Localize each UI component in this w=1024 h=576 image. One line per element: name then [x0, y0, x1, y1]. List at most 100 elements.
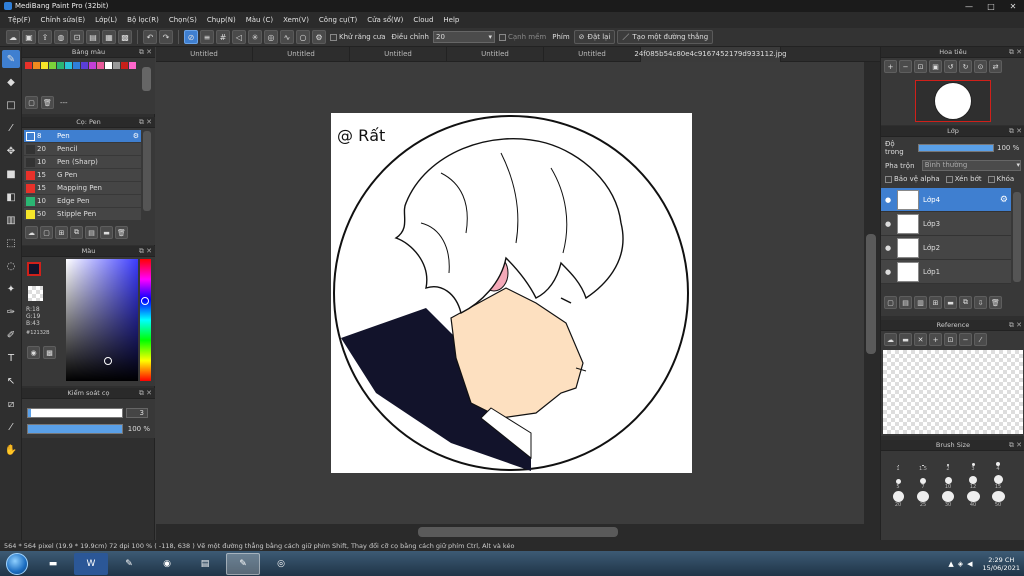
brush-size-cell[interactable]: 3	[962, 455, 984, 472]
margin-checkbox[interactable]	[499, 33, 506, 41]
move-tool-icon[interactable]: ✥	[2, 142, 20, 160]
divide-tool-icon[interactable]: ⧄	[2, 395, 20, 413]
brush-size-cell[interactable]: 2	[937, 455, 959, 472]
hue-slider[interactable]	[140, 259, 151, 381]
explorer-taskbar-icon[interactable]: ▬	[36, 553, 70, 575]
brush-size-cell[interactable]: 10	[937, 473, 959, 490]
straight-line-button[interactable]: ／ Tạo một đường thẳng	[617, 30, 714, 44]
fill-tool-icon[interactable]: ◧	[2, 188, 20, 206]
clock[interactable]: 2:29 CH 15/06/2021	[983, 556, 1020, 572]
gear-icon[interactable]: ⚙	[1000, 195, 1008, 205]
saturation-value-picker[interactable]	[66, 259, 138, 381]
word-taskbar-icon[interactable]: W	[74, 552, 108, 575]
ruler-off-icon[interactable]: ⊘	[184, 30, 198, 44]
brush-size-cell[interactable]: 25	[912, 491, 934, 508]
layer-opacity-slider[interactable]	[918, 144, 994, 152]
panel-close-icon[interactable]: ⧉ ✕	[1009, 48, 1022, 57]
chrome-taskbar-icon[interactable]: ◉	[150, 553, 184, 575]
redo-icon[interactable]: ↷	[159, 30, 173, 44]
network-taskbar-icon[interactable]: ▤	[188, 553, 222, 575]
brush-size-cell[interactable]: 1.5	[912, 455, 934, 472]
reference-close-icon[interactable]: ✕	[914, 333, 927, 346]
transparency-icon[interactable]: ▩	[118, 30, 132, 44]
hue-handle[interactable]	[141, 297, 149, 305]
palette-swatch[interactable]	[105, 62, 112, 69]
visibility-icon[interactable]: ●	[881, 268, 895, 276]
navigator-viewport[interactable]	[915, 80, 991, 122]
zoom-out-icon[interactable]: −	[899, 60, 912, 73]
reference-fit-icon[interactable]: ⊡	[944, 333, 957, 346]
concentric-ruler-icon[interactable]: ◎	[264, 30, 278, 44]
tab-untitled-2[interactable]: Untitled	[253, 46, 350, 62]
layer-item-4[interactable]: ● Lớp4 ⚙	[881, 188, 1011, 212]
visibility-icon[interactable]: ●	[881, 196, 895, 204]
dot-tool-icon[interactable]: □	[2, 96, 20, 114]
panel-close-icon[interactable]: ⧉ ✕	[139, 247, 152, 256]
fit-icon[interactable]: ⊡	[914, 60, 927, 73]
medibang-taskbar-icon[interactable]: ✎	[226, 552, 260, 575]
tab-untitled-1[interactable]: Untitled	[156, 46, 253, 62]
export-icon[interactable]: ⇪	[38, 30, 52, 44]
eyedropper-tool-icon[interactable]: ⁄	[2, 418, 20, 436]
close-button[interactable]: ✕	[1002, 0, 1024, 12]
correction-select[interactable]: 20 ▾	[433, 31, 495, 43]
shape-tool-icon[interactable]: ■	[2, 165, 20, 183]
menu-help[interactable]: Help	[438, 16, 464, 24]
brush-item-g-pen[interactable]: 15 G Pen	[24, 169, 141, 181]
color-wheel-icon[interactable]: ◉	[27, 346, 40, 359]
menu-cloud[interactable]: Cloud	[408, 16, 438, 24]
comment-icon[interactable]: ◍	[54, 30, 68, 44]
panel-close-icon[interactable]: ⧉ ✕	[1009, 441, 1022, 450]
brush-scrollbar[interactable]	[143, 131, 151, 211]
actual-size-icon[interactable]: ▣	[929, 60, 942, 73]
merge-layer-icon[interactable]: ⇩	[974, 296, 987, 309]
palette-scrollbar[interactable]	[142, 67, 151, 91]
curve-ruler-icon[interactable]: ∿	[280, 30, 294, 44]
new-halftone-layer-icon[interactable]: ▤	[899, 296, 912, 309]
brush-item-pen-sharp[interactable]: 10 Pen (Sharp)	[24, 156, 141, 168]
menu-color[interactable]: Màu (C)	[241, 16, 278, 24]
canvas-paper[interactable]: @ Rất	[331, 113, 692, 473]
palette-swatch[interactable]	[113, 62, 120, 69]
menu-select[interactable]: Chọn(S)	[164, 16, 202, 24]
duplicate-layer-icon[interactable]: ⧉	[959, 296, 972, 309]
color-picker-handle[interactable]	[104, 357, 112, 365]
palette-swatch[interactable]	[73, 62, 80, 69]
new-layer-icon[interactable]: ▢	[884, 296, 897, 309]
menu-edit[interactable]: Chỉnh sửa(E)	[36, 16, 91, 24]
panel-close-icon[interactable]: ⧉ ✕	[139, 48, 152, 57]
palette-swatch[interactable]	[25, 62, 32, 69]
circle-ruler-icon[interactable]: ○	[296, 30, 310, 44]
brush-cloud-icon[interactable]: ☁	[25, 226, 38, 239]
add-brush-icon[interactable]: ⊞	[55, 226, 68, 239]
paint-taskbar-icon[interactable]: ✎	[112, 553, 146, 575]
layer-folder-icon[interactable]: ▬	[944, 296, 957, 309]
palette-swatch[interactable]	[97, 62, 104, 69]
antialias-checkbox[interactable]	[330, 33, 337, 41]
palette-swatch[interactable]	[33, 62, 40, 69]
undo-icon[interactable]: ↶	[143, 30, 157, 44]
brush-size-cell[interactable]: 30	[937, 491, 959, 508]
blend-select[interactable]: Bình thường ▾	[921, 160, 1021, 171]
menu-tools[interactable]: Công cụ(T)	[314, 16, 362, 24]
rotate-right-icon[interactable]: ↻	[959, 60, 972, 73]
brush-size-cell[interactable]: 7	[912, 473, 934, 490]
reference-eyedropper-icon[interactable]: ⁄	[974, 333, 987, 346]
select-eraser-tool-icon[interactable]: ✐	[2, 326, 20, 344]
palette-swatch[interactable]	[129, 62, 136, 69]
brush-size-cell[interactable]: 12	[962, 473, 984, 490]
visibility-icon[interactable]: ●	[881, 244, 895, 252]
brush-size-cell[interactable]: 4	[987, 455, 1009, 472]
brush-item-mapping-pen[interactable]: 15 Mapping Pen	[24, 182, 141, 194]
brush-size-cell[interactable]: 20	[887, 491, 909, 508]
correction-tool-icon[interactable]: ⁄	[2, 119, 20, 137]
menu-filter[interactable]: Bộ lọc(R)	[122, 16, 164, 24]
panel-close-icon[interactable]: ⧉ ✕	[1009, 127, 1022, 136]
brush-file-icon[interactable]: ▤	[85, 226, 98, 239]
rotate-left-icon[interactable]: ↺	[944, 60, 957, 73]
select-tool-icon[interactable]: ⬚	[2, 234, 20, 252]
palette-swatch[interactable]	[41, 62, 48, 69]
transparent-color-swatch[interactable]	[28, 286, 43, 301]
add-layer-menu-icon[interactable]: ⊞	[929, 296, 942, 309]
tray-network-icon[interactable]: ◈	[958, 560, 963, 568]
